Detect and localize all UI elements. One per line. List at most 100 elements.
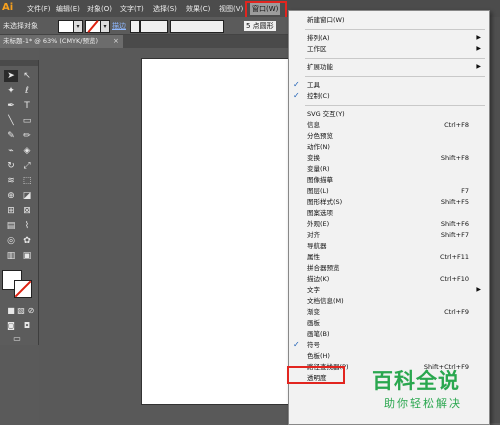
variable-width-profile[interactable]: [170, 20, 224, 33]
window-menu-item[interactable]: 动作(N): [289, 142, 489, 152]
window-menu-item[interactable]: 描边(K) Ctrl+F10: [289, 274, 489, 284]
menu-item-label: 排列(A): [307, 34, 330, 42]
window-menu-item[interactable]: 文字 ▶: [289, 285, 489, 295]
direct-selection-tool-icon[interactable]: ↖: [20, 70, 34, 82]
magic-wand-tool-icon[interactable]: ✦: [4, 85, 18, 97]
window-menu-item[interactable]: 拼合器预览: [289, 263, 489, 273]
artboard-tool-icon[interactable]: ▣: [20, 250, 34, 262]
window-menu-item[interactable]: 属性 Ctrl+F11: [289, 252, 489, 262]
window-menu-item[interactable]: 信息 Ctrl+F8: [289, 120, 489, 130]
brush-definition[interactable]: 5 点圆形: [244, 21, 276, 31]
window-menu-item[interactable]: SVG 交互(Y): [289, 109, 489, 119]
stroke-swatch[interactable]: [85, 20, 101, 33]
window-menu-item[interactable]: ✓ 控制(C): [289, 91, 489, 101]
width-tool-icon[interactable]: ≋: [4, 175, 18, 187]
stroke-stepper[interactable]: [130, 20, 140, 33]
blend-tool-icon[interactable]: ◎: [4, 235, 18, 247]
eraser-tool-icon[interactable]: ◈: [20, 145, 34, 157]
menu-item-label: 色板(H): [307, 352, 330, 360]
mesh-tool-icon[interactable]: ⊠: [20, 205, 34, 217]
window-menu-item[interactable]: ✓ 符号: [289, 340, 489, 350]
menu-file[interactable]: 文件(F): [27, 3, 51, 15]
blob-brush-tool-icon[interactable]: ⌁: [4, 145, 18, 157]
menu-effect[interactable]: 效果(C): [186, 3, 210, 15]
line-tool-icon[interactable]: ╲: [4, 115, 18, 127]
lasso-tool-icon[interactable]: ℓ: [20, 85, 34, 97]
window-menu-item[interactable]: 图案选项: [289, 208, 489, 218]
stroke-dropdown-arrow[interactable]: ▾: [100, 20, 110, 33]
checkmark-icon: ✓: [293, 91, 300, 100]
shape-builder-tool-icon[interactable]: ⊕: [4, 190, 18, 202]
paintbrush-tool-icon[interactable]: ✎: [4, 130, 18, 142]
pen-tool-icon[interactable]: ✒: [4, 100, 18, 112]
menu-select[interactable]: 选择(S): [153, 3, 177, 15]
menu-item-label: 文档信息(M): [307, 297, 344, 305]
draw-behind-icon[interactable]: ◘: [20, 320, 34, 332]
window-menu-item[interactable]: 对齐 Shift+F7: [289, 230, 489, 240]
document-tab[interactable]: 未标题-1* @ 63% (CMYK/预览): [0, 35, 123, 48]
window-menu-item[interactable]: 外观(E) Shift+F6: [289, 219, 489, 229]
pencil-tool-icon[interactable]: ✏: [20, 130, 34, 142]
stroke-color-box[interactable]: [14, 280, 32, 298]
watermark-title: 百科全说: [372, 369, 460, 393]
menu-item-label: 新建窗口(W): [307, 16, 345, 24]
window-menu-item[interactable]: 工作区 ▶: [289, 44, 489, 54]
toolbox-header[interactable]: [0, 60, 38, 66]
menu-item-label: 图层(L): [307, 187, 329, 195]
document-title: 未标题-1* @ 63% (CMYK/预览): [3, 37, 99, 45]
window-menu-item[interactable]: 色板(H): [289, 351, 489, 361]
draw-normal-icon[interactable]: ◙: [4, 320, 18, 332]
window-menu-item[interactable]: 图层(L) F7: [289, 186, 489, 196]
free-transform-tool-icon[interactable]: ⬚: [20, 175, 34, 187]
stroke-weight-field[interactable]: [140, 20, 168, 33]
window-menu-item[interactable]: 图像描摹: [289, 175, 489, 185]
window-menu-item[interactable]: 变量(R): [289, 164, 489, 174]
gradient-tool-icon[interactable]: ▤: [4, 220, 18, 232]
symbol-sprayer-tool-icon[interactable]: ✿: [20, 235, 34, 247]
window-menu-item[interactable]: 排列(A) ▶: [289, 33, 489, 43]
canvas-area[interactable]: [39, 48, 291, 423]
window-menu-item[interactable]: 扩展功能 ▶: [289, 62, 489, 72]
menu-type[interactable]: 文字(T): [120, 3, 144, 15]
close-icon[interactable]: ×: [113, 35, 119, 48]
menu-view[interactable]: 视图(V): [219, 3, 243, 15]
window-menu-item[interactable]: 变换 Shift+F8: [289, 153, 489, 163]
menu-object[interactable]: 对象(O): [87, 3, 112, 15]
window-menu-item[interactable]: 分色预览: [289, 131, 489, 141]
submenu-arrow-icon: ▶: [476, 45, 481, 52]
window-menu-item[interactable]: 画板: [289, 318, 489, 328]
fill-dropdown-arrow[interactable]: ▾: [73, 20, 83, 33]
live-paint-tool-icon[interactable]: ◪: [20, 190, 34, 202]
menu-item-label: 变量(R): [307, 165, 330, 173]
perspective-grid-tool-icon[interactable]: ⊞: [4, 205, 18, 217]
watermark-subtitle: 助你轻松解决: [384, 397, 462, 410]
menu-item-shortcut: Shift+F8: [440, 154, 469, 162]
menu-edit[interactable]: 编辑(E): [56, 3, 80, 15]
stroke-link[interactable]: 描边: [112, 21, 126, 31]
menu-item-shortcut: Shift+F6: [440, 220, 469, 228]
toolbox: ➤ ↖ ✦ ℓ ✒ T ╲ ▭ ✎ ✏ ⌁ ◈ ↻ ⤢ ≋ ⬚ ⊕ ◪ ⊞ ⊠ …: [0, 60, 39, 345]
column-graph-tool-icon[interactable]: ▥: [4, 250, 18, 262]
window-menu-dropdown: 新建窗口(W) 排列(A) ▶ 工作区 ▶ 扩展功能 ▶ ✓ 工具 ✓ 控制(C) SVG 交互(Y)…: [288, 10, 490, 425]
screen-mode-icon[interactable]: ▭: [10, 333, 24, 345]
window-menu-item[interactable]: ✓ 工具: [289, 80, 489, 90]
checkmark-icon: ✓: [293, 340, 300, 349]
highlight-symbol-item: [287, 366, 345, 384]
window-menu-item[interactable]: 图形样式(S) Shift+F5: [289, 197, 489, 207]
scale-tool-icon[interactable]: ⤢: [20, 160, 34, 172]
window-menu-item[interactable]: 导航器: [289, 241, 489, 251]
rotate-tool-icon[interactable]: ↻: [4, 160, 18, 172]
fill-swatch[interactable]: [58, 20, 74, 33]
menu-item-label: 对齐: [307, 231, 320, 239]
none-mode-icon[interactable]: ⊘: [24, 305, 38, 317]
window-menu-item[interactable]: 画笔(B): [289, 329, 489, 339]
selection-tool-icon[interactable]: ➤: [4, 70, 18, 82]
type-tool-icon[interactable]: T: [20, 100, 34, 112]
menu-item-label: 扩展功能: [307, 63, 333, 71]
window-menu-item[interactable]: 文档信息(M): [289, 296, 489, 306]
eyedropper-tool-icon[interactable]: ⌇: [20, 220, 34, 232]
window-menu-item[interactable]: 渐变 Ctrl+F9: [289, 307, 489, 317]
artboard[interactable]: [141, 58, 291, 405]
rectangle-tool-icon[interactable]: ▭: [20, 115, 34, 127]
window-menu-item[interactable]: 新建窗口(W): [289, 15, 489, 25]
